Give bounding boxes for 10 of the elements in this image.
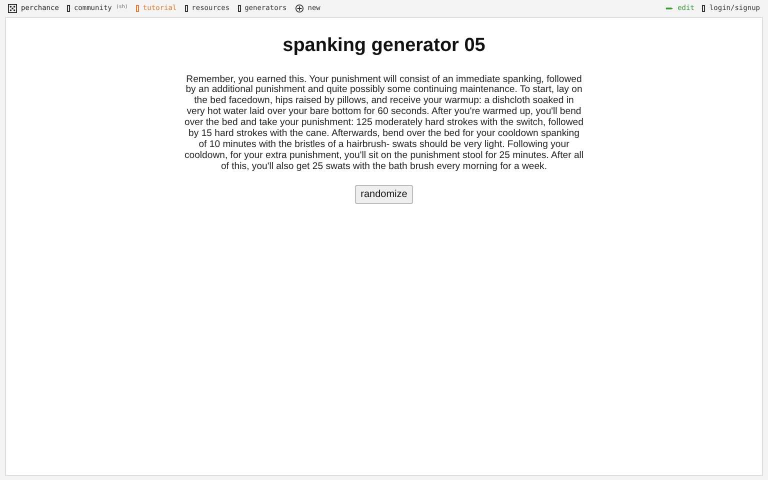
glyph-icon <box>184 4 188 12</box>
dice-icon <box>8 4 17 12</box>
glyph-icon <box>136 4 139 12</box>
plus-icon <box>294 4 304 12</box>
glyph-icon <box>238 4 241 12</box>
glyph-icon <box>66 4 70 12</box>
page-title: spanking generator 05 <box>282 34 486 58</box>
glyph-icon <box>702 4 706 12</box>
generated-text: Remember, you earned this. Your punishment will consist of an immediate spanking, followed by an additional punishment and quite possibly some continuing maintenance. To start, lay on the bed facedown, hips raised by pillows, and receive your warmup: a dishcloth soaked in very hot water laid over your bare bottom for 60 seconds. After you're warmed up, you'll bend over the bed and take your punishment: 125 moderately hard strokes with the switch, followed by 15 hard strokes with the cane. Afterwards, bend over the bed for your cooldown spanking of 10 minutes with the bristles of a hairbrush- swats should be very light. Following your cooldown, for your extra punishment, you'll sit on the punishment stool for 25 minutes. After all of this, you'll also get 25 swats with the bath brush every morning for a week. <box>184 74 584 173</box>
randomize-button[interactable]: randomize <box>354 184 414 204</box>
